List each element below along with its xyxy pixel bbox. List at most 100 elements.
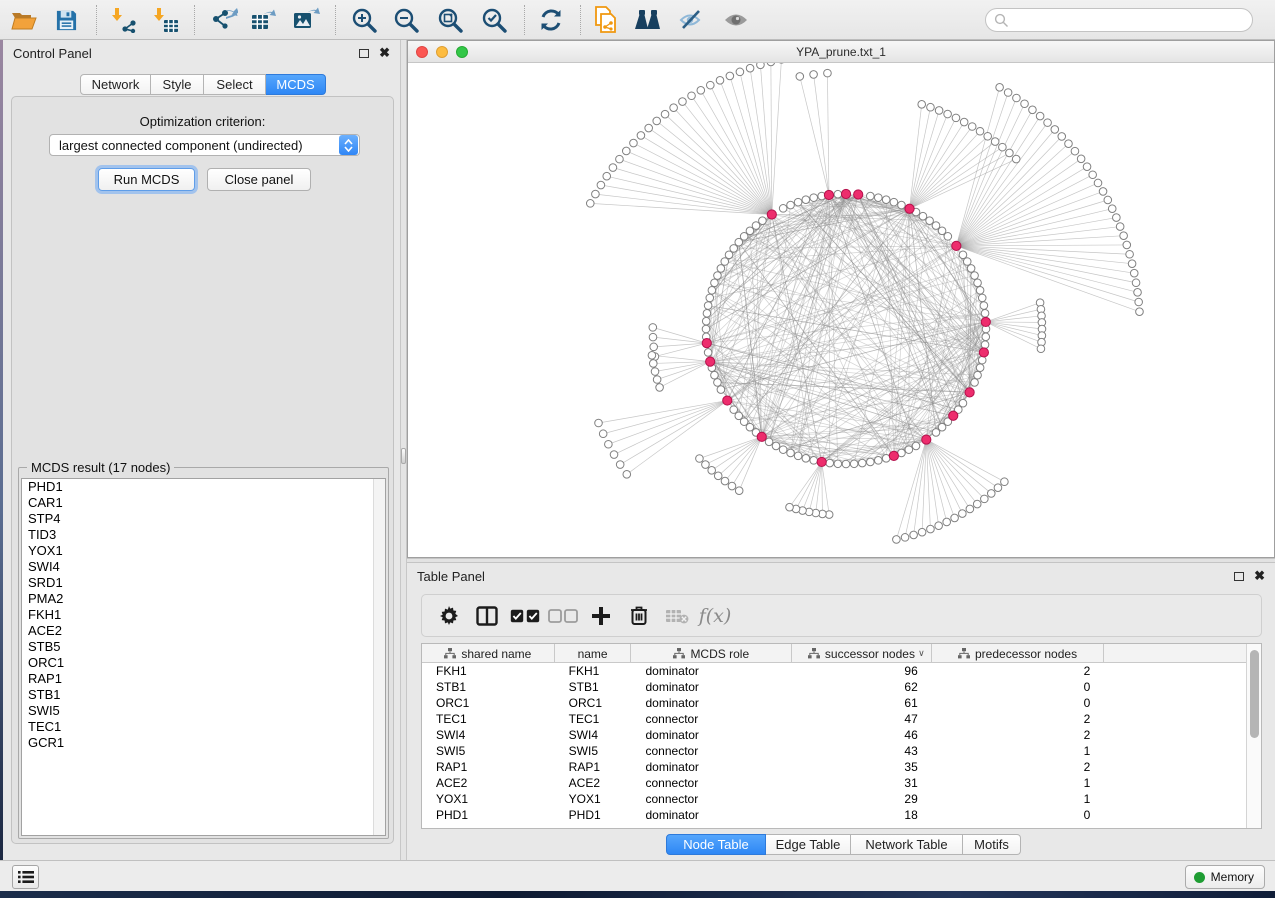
table-row[interactable]: ORC1ORC1dominator610	[422, 695, 1246, 711]
table-row[interactable]: ACE2ACE2connector311	[422, 775, 1246, 791]
close-panel-button[interactable]: Close panel	[207, 168, 311, 191]
column-header-predecessor-nodes[interactable]: predecessor nodes	[932, 644, 1105, 663]
table-row[interactable]: TEC1TEC1connector472	[422, 711, 1246, 727]
hide-selected-icon[interactable]	[674, 3, 710, 37]
import-table-icon[interactable]	[148, 3, 184, 37]
add-column-icon[interactable]	[582, 606, 620, 626]
tab-edge-table[interactable]: Edge Table	[766, 834, 851, 855]
zoom-fit-icon[interactable]	[432, 3, 468, 37]
search-input[interactable]	[985, 8, 1253, 32]
binoculars-icon[interactable]	[630, 3, 666, 37]
vertical-splitter[interactable]	[400, 40, 407, 860]
mcds-list-scrollbar[interactable]	[373, 479, 385, 835]
tab-mcds[interactable]: MCDS	[266, 74, 326, 95]
mcds-result-item[interactable]: PHD1	[22, 479, 385, 495]
mcds-result-item[interactable]: ACE2	[22, 623, 385, 639]
network-node	[967, 265, 975, 273]
splitter-grip[interactable]	[401, 448, 406, 464]
mcds-result-item[interactable]: STB1	[22, 687, 385, 703]
import-network-icon[interactable]	[106, 3, 142, 37]
network-edge	[956, 246, 1132, 264]
table-row[interactable]: YOX1YOX1connector291	[422, 791, 1246, 807]
close-panel-icon[interactable]: ✖	[1254, 571, 1265, 581]
deselect-all-icon[interactable]	[544, 609, 582, 623]
scrollbar-thumb[interactable]	[1250, 650, 1259, 738]
export-image-icon[interactable]	[288, 3, 324, 37]
tab-node-table[interactable]: Node Table	[666, 834, 766, 855]
mcds-result-item[interactable]: FKH1	[22, 607, 385, 623]
mcds-result-list[interactable]: PHD1CAR1STP4TID3YOX1SWI4SRD1PMA2FKH1ACE2…	[21, 478, 386, 836]
run-mcds-button[interactable]: Run MCDS	[98, 168, 195, 191]
tab-style[interactable]: Style	[151, 74, 204, 95]
show-all-icon[interactable]	[718, 3, 754, 37]
table-row[interactable]: SWI5SWI5connector431	[422, 743, 1246, 759]
document-share-icon[interactable]	[588, 3, 624, 37]
table-row[interactable]: SWI4SWI4dominator462	[422, 727, 1246, 743]
network-node	[794, 452, 802, 460]
table-cell: 31	[792, 775, 932, 791]
zoom-in-icon[interactable]	[346, 3, 382, 37]
mcds-result-item[interactable]: YOX1	[22, 543, 385, 559]
mcds-result-item[interactable]: RAP1	[22, 671, 385, 687]
memory-button[interactable]: Memory	[1185, 865, 1265, 889]
column-header-empty[interactable]	[1104, 644, 1246, 663]
table-row[interactable]: FKH1FKH1dominator962	[422, 663, 1246, 679]
column-header-name[interactable]: name	[555, 644, 632, 663]
function-builder-icon[interactable]: f(x)	[696, 605, 734, 627]
zoom-out-icon[interactable]	[388, 3, 424, 37]
tab-motifs[interactable]: Motifs	[963, 834, 1021, 855]
table-scrollbar[interactable]	[1246, 644, 1261, 828]
window-zoom-icon[interactable]	[456, 46, 468, 58]
zoom-selected-icon[interactable]	[476, 3, 512, 37]
sort-chevron-icon[interactable]: ∨	[918, 648, 925, 659]
close-panel-icon[interactable]: ✖	[379, 48, 390, 58]
delete-table-icon[interactable]	[658, 608, 696, 624]
mcds-result-item[interactable]: GCR1	[22, 735, 385, 751]
window-close-icon[interactable]	[416, 46, 428, 58]
refresh-layout-icon[interactable]	[533, 3, 569, 37]
mcds-result-item[interactable]: TEC1	[22, 719, 385, 735]
save-session-icon[interactable]	[48, 3, 84, 37]
network-edge	[772, 63, 782, 215]
mcds-result-item[interactable]: STP4	[22, 511, 385, 527]
float-panel-icon[interactable]	[359, 49, 369, 58]
mcds-result-item[interactable]: SWI5	[22, 703, 385, 719]
tab-select[interactable]: Select	[204, 74, 266, 95]
column-header-MCDS-role[interactable]: MCDS role	[631, 644, 792, 663]
mcds-result-item[interactable]: TID3	[22, 527, 385, 543]
delete-column-icon[interactable]	[620, 605, 658, 626]
table-row[interactable]: PHD1PHD1dominator180	[422, 807, 1246, 823]
mcds-result-item[interactable]: CAR1	[22, 495, 385, 511]
column-view-icon[interactable]	[468, 606, 506, 626]
mcds-hub-node	[824, 190, 833, 199]
tab-network-table[interactable]: Network Table	[851, 834, 963, 855]
export-table-icon[interactable]	[246, 3, 282, 37]
network-edge	[614, 401, 727, 455]
network-canvas-svg[interactable]	[408, 63, 1274, 557]
network-edge	[730, 76, 772, 215]
network-view-titlebar[interactable]: YPA_prune.txt_1	[408, 41, 1274, 63]
float-panel-icon[interactable]	[1234, 572, 1244, 581]
task-history-button[interactable]	[12, 865, 39, 889]
network-edge	[710, 85, 772, 214]
window-minimize-icon[interactable]	[436, 46, 448, 58]
optimization-criterion-select[interactable]: largest connected component (undirected)	[49, 134, 360, 156]
mcds-result-item[interactable]: SWI4	[22, 559, 385, 575]
table-cell: 35	[792, 759, 932, 775]
column-label: predecessor nodes	[975, 647, 1077, 661]
mcds-result-item[interactable]: ORC1	[22, 655, 385, 671]
settings-gear-icon[interactable]	[430, 606, 468, 626]
network-node	[959, 510, 967, 518]
tab-network[interactable]: Network	[80, 74, 151, 95]
open-file-icon[interactable]	[6, 3, 42, 37]
select-all-icon[interactable]	[506, 609, 544, 623]
network-node	[726, 72, 734, 80]
mcds-result-item[interactable]: PMA2	[22, 591, 385, 607]
table-row[interactable]: STB1STB1dominator620	[422, 679, 1246, 695]
export-network-icon[interactable]	[206, 3, 242, 37]
column-header-shared-name[interactable]: shared name	[422, 644, 555, 663]
mcds-result-item[interactable]: STB5	[22, 639, 385, 655]
table-row[interactable]: RAP1RAP1dominator352	[422, 759, 1246, 775]
mcds-result-item[interactable]: SRD1	[22, 575, 385, 591]
column-header-successor-nodes[interactable]: successor nodes∨	[792, 644, 932, 663]
